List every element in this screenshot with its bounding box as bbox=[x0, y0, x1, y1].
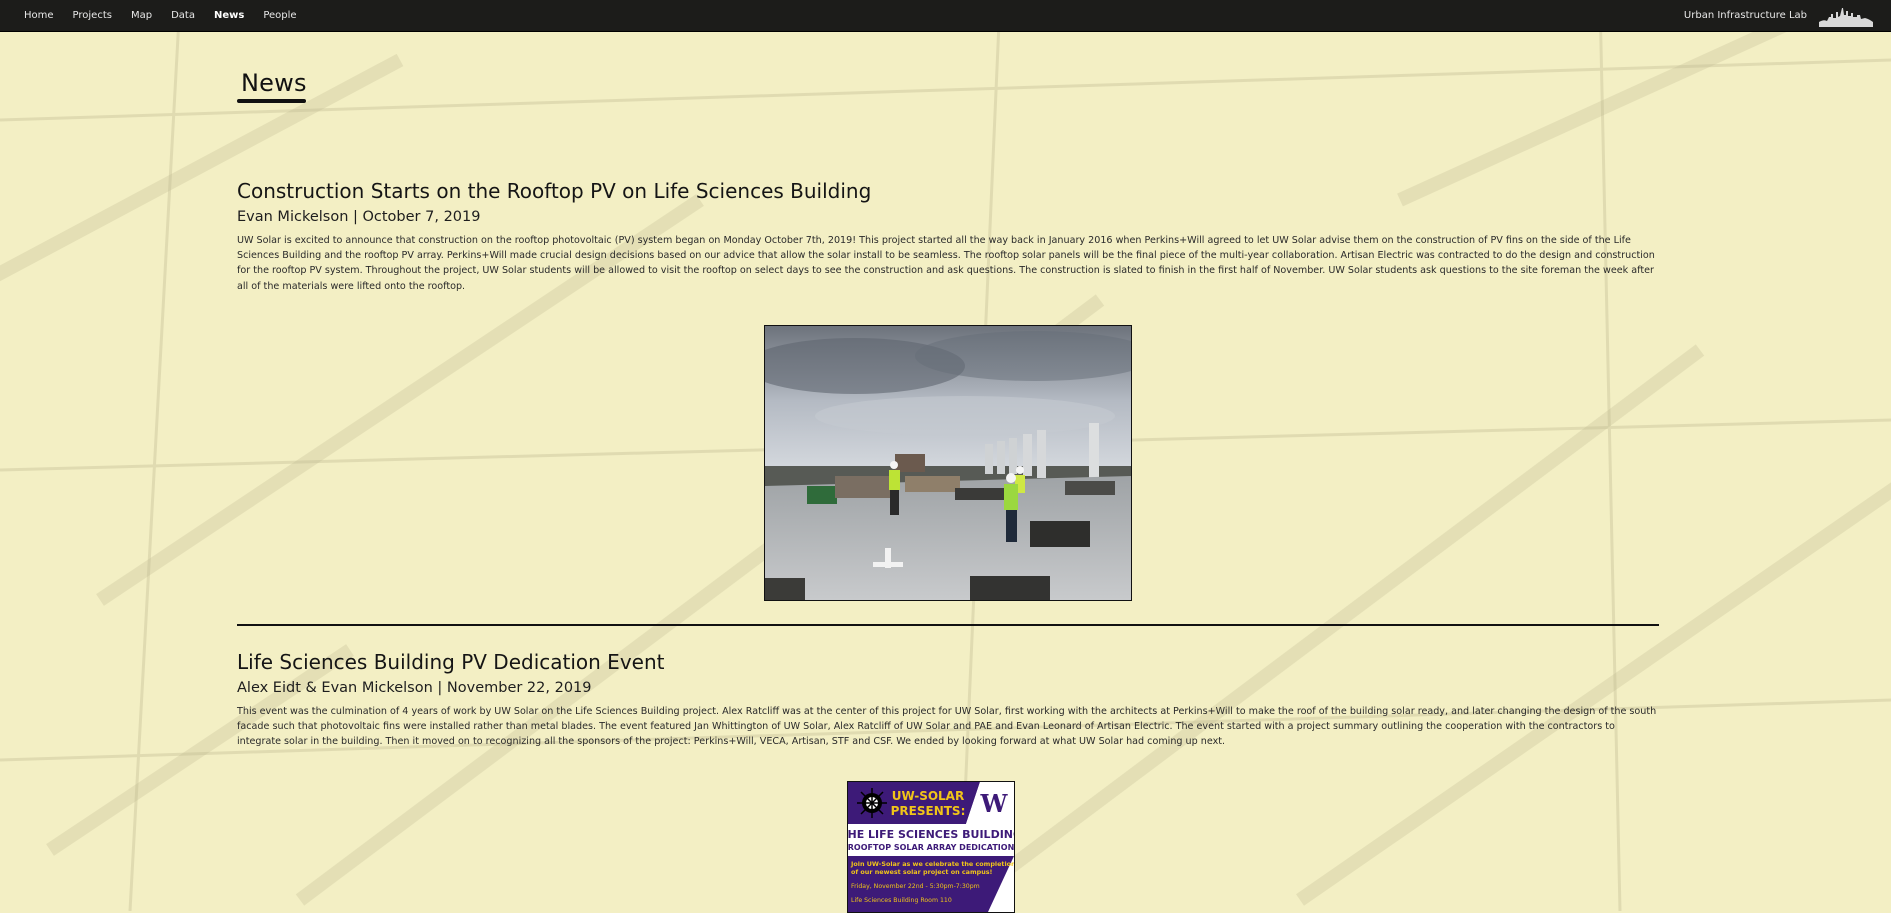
seattle-skyline-icon[interactable] bbox=[1819, 5, 1873, 27]
brand-link[interactable]: Urban Infrastructure Lab bbox=[1684, 0, 1807, 31]
top-navbar: Home Projects Map Data News People Urban… bbox=[0, 0, 1891, 32]
article-body: This event was the culmination of 4 year… bbox=[237, 706, 1657, 748]
poster-where: Life Sciences Building Room 110 bbox=[851, 897, 952, 904]
nav-news[interactable]: News bbox=[214, 10, 244, 21]
poster-when: Friday, November 22nd - 5:30pm-7:30pm bbox=[851, 883, 980, 890]
article-divider bbox=[237, 624, 1659, 626]
page-title: News bbox=[241, 69, 307, 97]
article-title: Construction Starts on the Rooftop PV on… bbox=[237, 179, 872, 203]
poster-line2: PRESENTS: bbox=[891, 804, 966, 818]
nav-map[interactable]: Map bbox=[131, 10, 152, 21]
nav-people[interactable]: People bbox=[263, 10, 296, 21]
article-title: Life Sciences Building PV Dedication Eve… bbox=[237, 650, 665, 674]
poster-subhead: ROOFTOP SOLAR ARRAY DEDICATION bbox=[848, 843, 1014, 852]
nav-projects[interactable]: Projects bbox=[73, 10, 112, 21]
nav-data[interactable]: Data bbox=[171, 10, 195, 21]
poster-invite1: Join UW-Solar as we celebrate the comple… bbox=[850, 860, 1014, 868]
news-article: Life Sciences Building PV Dedication Eve… bbox=[237, 650, 1659, 750]
nav-links: Home Projects Map Data News People bbox=[24, 0, 316, 31]
article-byline: Evan Mickelson | October 7, 2019 bbox=[237, 209, 481, 225]
article-byline: Alex Eidt & Evan Mickelson | November 22… bbox=[237, 680, 592, 696]
news-article: Construction Starts on the Rooftop PV on… bbox=[237, 179, 1659, 294]
poster-graphic: UW-SOLAR PRESENTS: W THE LIFE SCIENCES B… bbox=[848, 782, 1014, 912]
nav-home[interactable]: Home bbox=[24, 10, 54, 21]
title-underline bbox=[237, 99, 306, 103]
uw-logo: W bbox=[980, 789, 1009, 818]
poster-headline: THE LIFE SCIENCES BUILDING bbox=[848, 828, 1014, 841]
poster-invite2: of our newest solar project on campus! bbox=[851, 868, 993, 876]
poster-line1: UW-SOLAR bbox=[892, 789, 964, 803]
dedication-event-poster[interactable]: UW-SOLAR PRESENTS: W THE LIFE SCIENCES B… bbox=[847, 781, 1015, 913]
article-body: UW Solar is excited to announce that con… bbox=[237, 235, 1655, 292]
rooftop-construction-photo[interactable] bbox=[764, 325, 1132, 601]
